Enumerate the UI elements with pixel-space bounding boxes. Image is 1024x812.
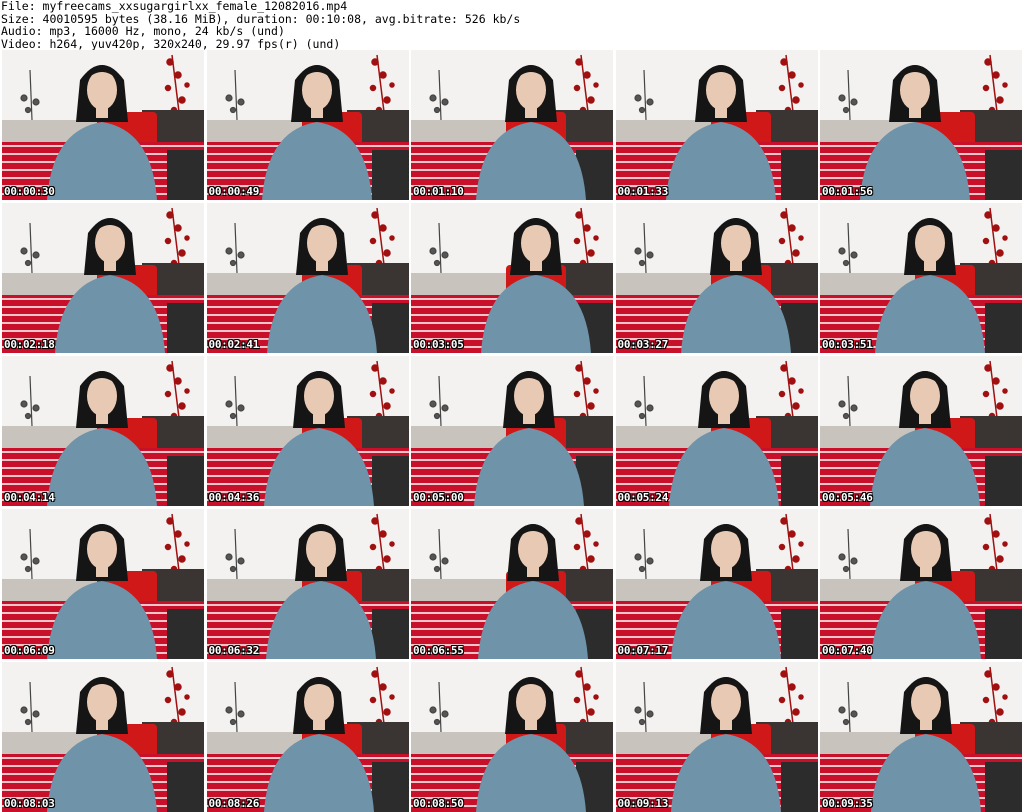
thumbnail-timestamp: 00:01:10 bbox=[413, 185, 464, 198]
thumbnail-timestamp: 00:03:27 bbox=[617, 338, 669, 351]
thumbnail-timestamp: 00:06:09 bbox=[4, 644, 55, 657]
video-thumbnail: 00:06:55 bbox=[411, 509, 613, 659]
scene-image bbox=[411, 662, 613, 812]
thumbnail-timestamp: 00:08:26 bbox=[208, 797, 260, 810]
scene-image bbox=[2, 509, 204, 659]
scene-image bbox=[206, 662, 409, 812]
scene-image bbox=[206, 509, 409, 659]
thumbnail-timestamp: 00:04:36 bbox=[208, 491, 260, 504]
thumbnail-timestamp: 00:05:46 bbox=[822, 491, 873, 504]
scene-image bbox=[615, 662, 818, 812]
scene-image bbox=[615, 509, 818, 659]
video-thumbnail: 00:09:13 bbox=[615, 662, 818, 812]
thumbnail-timestamp: 00:08:03 bbox=[4, 797, 55, 810]
thumbnail-timestamp: 00:03:05 bbox=[413, 338, 464, 351]
scene-image bbox=[411, 509, 613, 659]
file-name-line: File: myfreecams_xxsugargirlxx_female_12… bbox=[1, 0, 348, 13]
video-thumbnail: 00:09:35 bbox=[820, 662, 1022, 812]
scene-image bbox=[2, 662, 204, 812]
video-thumbnail: 00:07:40 bbox=[820, 509, 1022, 659]
thumbnail-timestamp: 00:01:33 bbox=[617, 185, 669, 198]
video-thumbnail: 00:01:10 bbox=[411, 50, 613, 200]
thumbnail-timestamp: 00:04:14 bbox=[4, 491, 55, 504]
scene-image bbox=[820, 203, 1022, 353]
info-header: File: myfreecams_xxsugargirlxx_female_12… bbox=[0, 0, 1024, 50]
video-thumbnail: 00:03:05 bbox=[411, 203, 613, 353]
thumbnail-timestamp: 00:00:30 bbox=[4, 185, 55, 198]
video-thumbnail: 00:06:32 bbox=[206, 509, 409, 659]
scene-image bbox=[820, 356, 1022, 506]
scene-image bbox=[411, 50, 613, 200]
scene-image bbox=[411, 356, 613, 506]
video-thumbnail: 00:06:09 bbox=[2, 509, 204, 659]
scene-image bbox=[615, 203, 818, 353]
thumbnail-timestamp: 00:01:56 bbox=[822, 185, 873, 198]
video-thumbnail: 00:05:46 bbox=[820, 356, 1022, 506]
scene-image bbox=[820, 662, 1022, 812]
video-thumbnail: 00:07:17 bbox=[615, 509, 818, 659]
thumbnail-timestamp: 00:07:17 bbox=[617, 644, 669, 657]
thumbnail-timestamp: 00:09:13 bbox=[617, 797, 669, 810]
thumbnail-timestamp: 00:05:24 bbox=[617, 491, 669, 504]
video-thumbnail: 00:01:56 bbox=[820, 50, 1022, 200]
video-thumbnail: 00:04:14 bbox=[2, 356, 204, 506]
scene-image bbox=[206, 203, 409, 353]
thumbnail-timestamp: 00:05:00 bbox=[413, 491, 464, 504]
thumbnail-timestamp: 00:08:50 bbox=[413, 797, 464, 810]
thumbnail-timestamp: 00:06:55 bbox=[413, 644, 464, 657]
thumbnail-timestamp: 00:07:40 bbox=[822, 644, 873, 657]
scene-image bbox=[820, 509, 1022, 659]
thumbnail-timestamp: 00:03:51 bbox=[822, 338, 873, 351]
scene-image bbox=[2, 203, 204, 353]
video-thumbnail: 00:08:03 bbox=[2, 662, 204, 812]
scene-image bbox=[615, 356, 818, 506]
video-thumbnail: 00:05:24 bbox=[615, 356, 818, 506]
thumbnail-timestamp: 00:09:35 bbox=[822, 797, 873, 810]
video-thumbnail: 00:00:49 bbox=[206, 50, 409, 200]
video-thumbnail: 00:05:00 bbox=[411, 356, 613, 506]
scene-image bbox=[820, 50, 1022, 200]
video-thumbnail: 00:03:27 bbox=[615, 203, 818, 353]
thumbnail-timestamp: 00:02:41 bbox=[208, 338, 260, 351]
video-thumbnail: 00:08:26 bbox=[206, 662, 409, 812]
video-thumbnail: 00:01:33 bbox=[615, 50, 818, 200]
thumbnail-grid: 00:00:30 00:00:49 00:01:10 00:01:33 00:0… bbox=[0, 50, 1024, 812]
scene-image bbox=[411, 203, 613, 353]
video-thumbnail: 00:03:51 bbox=[820, 203, 1022, 353]
scene-image bbox=[206, 50, 409, 200]
video-thumbnail: 00:04:36 bbox=[206, 356, 409, 506]
scene-image bbox=[2, 356, 204, 506]
video-thumbnail: 00:00:30 bbox=[2, 50, 204, 200]
video-thumbnail: 00:02:18 bbox=[2, 203, 204, 353]
scene-image bbox=[615, 50, 818, 200]
video-info-line: Video: h264, yuv420p, 320x240, 29.97 fps… bbox=[1, 36, 341, 51]
audio-info-line: Audio: mp3, 16000 Hz, mono, 24 kb/s (und… bbox=[1, 24, 285, 38]
scene-image bbox=[2, 50, 204, 200]
scene-image bbox=[206, 356, 409, 506]
thumbnail-timestamp: 00:02:18 bbox=[4, 338, 55, 351]
video-thumbnail: 00:08:50 bbox=[411, 662, 613, 812]
video-thumbnail: 00:02:41 bbox=[206, 203, 409, 353]
thumbnail-timestamp: 00:06:32 bbox=[208, 644, 260, 657]
thumbnail-timestamp: 00:00:49 bbox=[208, 185, 260, 198]
